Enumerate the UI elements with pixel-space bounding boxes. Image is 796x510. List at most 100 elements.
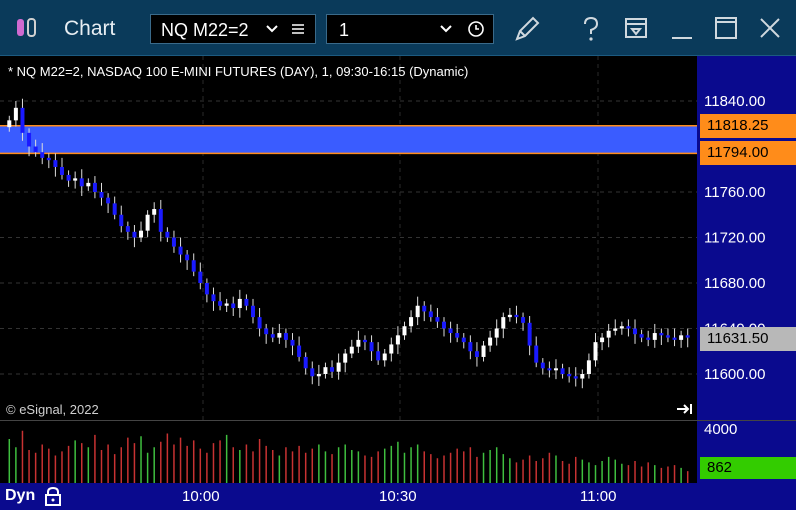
candle-body [474, 351, 479, 357]
menu-icon[interactable] [291, 22, 305, 36]
scroll-to-end-icon[interactable] [676, 402, 694, 416]
candle-body [514, 314, 519, 318]
lock-icon[interactable] [44, 486, 62, 506]
candle-body [53, 160, 58, 167]
candle-body [257, 317, 262, 329]
candle-body [218, 301, 223, 306]
candle-body [145, 214, 150, 231]
candle-body [330, 367, 335, 372]
candle-body [59, 166, 64, 175]
candle-body [290, 339, 295, 346]
price-chart-area[interactable] [0, 56, 697, 420]
candle-body [534, 345, 539, 363]
chevron-down-icon[interactable] [439, 24, 453, 34]
candle-body [527, 322, 532, 346]
candle-body [237, 298, 242, 309]
price-zone[interactable] [0, 125, 697, 154]
level-low-tag: 11794.00 [700, 141, 796, 165]
candle-body [665, 335, 670, 338]
volume-chart-area[interactable] [0, 421, 697, 483]
close-icon[interactable] [758, 16, 782, 40]
copyright-text: © eSignal, 2022 [6, 402, 99, 417]
candle-body [92, 182, 97, 192]
candle-body [659, 333, 664, 336]
price-chart[interactable] [0, 56, 697, 420]
candle-body [20, 107, 25, 133]
candle-body [132, 231, 137, 238]
candle-body [442, 321, 447, 329]
candle-body [349, 346, 354, 354]
chevron-down-icon[interactable] [265, 24, 279, 34]
candle-body [639, 334, 644, 338]
candle-body [369, 342, 374, 352]
candle-body [481, 345, 486, 357]
candle-body [264, 328, 269, 335]
candle-body [224, 303, 229, 306]
candle-body [33, 146, 38, 153]
candle-body [428, 311, 433, 318]
candle-body [362, 339, 367, 343]
symbol-selector[interactable]: NQ M22=2 [150, 14, 316, 44]
candle-body [204, 283, 209, 295]
candle-body [415, 305, 420, 318]
candle-body [297, 345, 302, 357]
price-axis[interactable]: 11600.0011640.0011680.0011720.0011760.00… [697, 56, 796, 420]
candle-body [461, 337, 466, 343]
candle-body [619, 326, 624, 329]
candle-body [382, 353, 387, 361]
candle-body [323, 367, 328, 374]
candle-body [13, 107, 18, 121]
candle-body [356, 339, 361, 347]
time-axis[interactable]: 10:00 10:30 11:00 [0, 483, 796, 510]
window-title: Chart [64, 17, 116, 40]
candle-body [171, 237, 176, 247]
candle-body [409, 317, 414, 327]
candle-body [191, 260, 196, 272]
candle-body [244, 298, 249, 306]
title-bar: Chart NQ M22=2 1 [0, 0, 796, 56]
candle-body [250, 305, 255, 318]
candle-body [79, 178, 84, 187]
candle-body [626, 326, 631, 329]
candle-body [567, 374, 572, 377]
candle-body [422, 305, 427, 312]
candle-body [573, 376, 578, 379]
interval-selector[interactable]: 1 [326, 14, 494, 44]
candle-body [178, 246, 183, 255]
candle-body [158, 209, 163, 232]
candle-body [553, 368, 558, 371]
maximize-icon[interactable] [714, 16, 738, 40]
candle-body [316, 374, 321, 377]
candle-body [310, 368, 315, 377]
candle-body [435, 317, 440, 322]
minimize-icon[interactable] [670, 20, 694, 40]
candle-body [455, 333, 460, 338]
dynamic-mode-label[interactable]: Dyn [5, 487, 35, 505]
level-high-tag: 11818.25 [700, 114, 796, 138]
candle-body [580, 374, 585, 379]
candle-body [507, 314, 512, 318]
volume-chart[interactable] [0, 421, 697, 483]
chart-info-line: * NQ M22=2, NASDAQ 100 E-MINI FUTURES (D… [8, 64, 469, 79]
candle-body [389, 344, 394, 354]
candle-body [139, 230, 144, 238]
candle-body [283, 333, 288, 340]
template-icon[interactable] [624, 16, 648, 40]
candle-body [277, 333, 282, 338]
candle-body [586, 360, 591, 374]
candle-body [488, 337, 493, 346]
candle-body [402, 326, 407, 336]
candle-body [613, 328, 618, 331]
price-tick-label: 11840.00 [704, 93, 765, 110]
candle-body [73, 178, 78, 181]
pencil-icon[interactable] [512, 14, 542, 44]
clock-icon[interactable] [467, 20, 485, 38]
candle-body [185, 254, 190, 261]
candle-body [593, 342, 598, 361]
candle-body [547, 368, 552, 371]
candle-body [468, 342, 473, 352]
candle-body [501, 317, 506, 329]
symbol-value: NQ M22=2 [161, 20, 249, 40]
help-icon[interactable] [580, 15, 602, 43]
candle-body [521, 317, 526, 323]
